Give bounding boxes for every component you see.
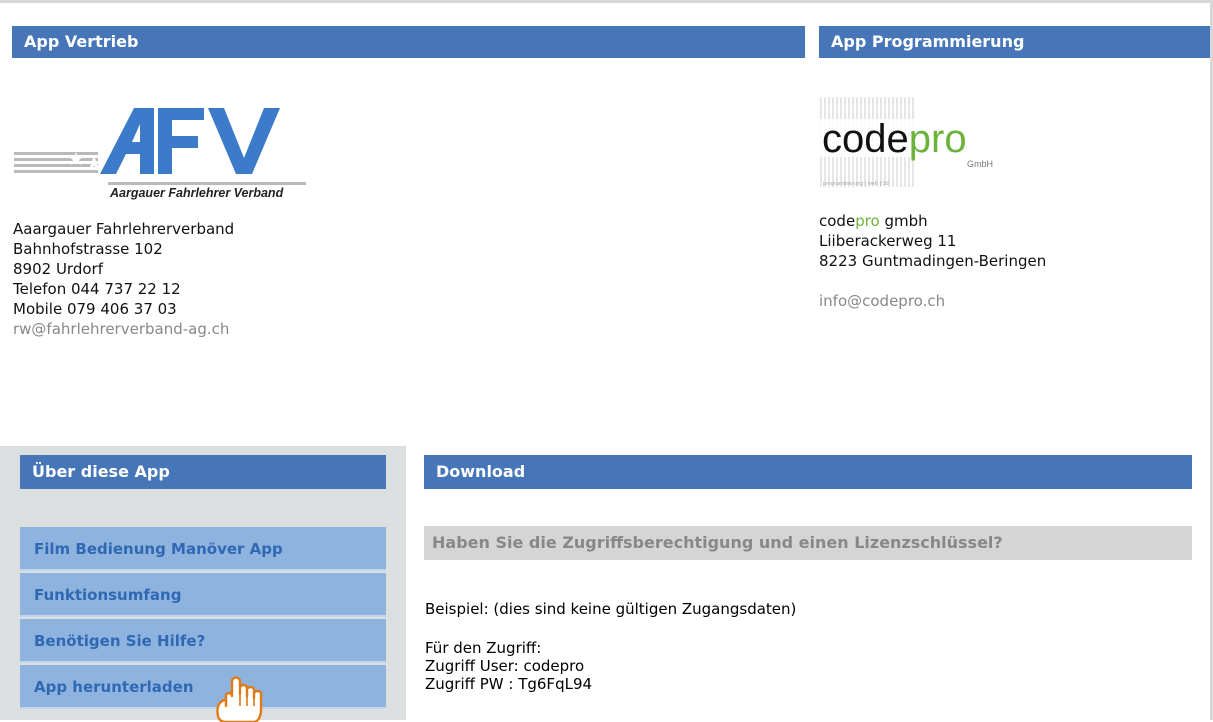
address-line: Telefon 044 737 22 12: [13, 280, 181, 298]
vertrieb-email-link[interactable]: rw@fahrlehrerverband-ag.ch: [13, 319, 234, 339]
vertrieb-address: Aaargauer Fahrlehrerverband Bahnhofstras…: [13, 219, 234, 339]
company-name-pro: pro: [855, 212, 880, 230]
credentials-line: Zugriff User: codepro: [425, 657, 585, 675]
codepro-email-link[interactable]: info@codepro.ch: [819, 291, 945, 311]
example-note: Beispiel: (dies sind keine gültigen Zuga…: [425, 600, 797, 618]
codepro-logo-gmbh: GmbH: [967, 159, 993, 169]
programmierung-address: codepro gmbh Liiberackerweg 11 8223 Gunt…: [819, 211, 1046, 271]
company-name-rest: gmbh: [879, 212, 928, 230]
sidebar-item-app-herunterladen[interactable]: App herunterladen: [20, 665, 386, 709]
sidebar-item-film-bedienung[interactable]: Film Bedienung Manöver App: [20, 527, 386, 571]
afv-logo-caption: Aargauer Fahrlehrer Verband: [109, 186, 284, 200]
company-name: codepro gmbh: [819, 211, 1046, 231]
hand-pointer-icon: [216, 676, 263, 722]
sidebar-item-funktionsumfang[interactable]: Funktionsumfang: [20, 573, 386, 617]
sidebar-heading: Über diese App: [20, 455, 386, 489]
address-line: Liiberackerweg 11: [819, 232, 957, 250]
address-line: Bahnhofstrasse 102: [13, 240, 163, 258]
svg-text:codepro: codepro: [822, 117, 967, 161]
programmierung-heading: App Programmierung: [819, 26, 1210, 58]
afv-logo: Aargauer Fahrlehrer Verband: [14, 108, 306, 200]
address-line: Mobile 079 406 37 03: [13, 300, 177, 318]
credentials-line: Zugriff PW : Tg6FqL94: [425, 675, 593, 693]
access-question: Haben Sie die Zugriffsberechtigung und e…: [424, 526, 1192, 560]
credentials-line: Für den Zugriff:: [425, 639, 542, 657]
download-heading: Download: [424, 455, 1192, 489]
page-border-top: [0, 0, 1213, 3]
codepro-logo-code: code: [822, 117, 909, 161]
company-name-code: code: [819, 212, 856, 230]
access-credentials: Für den Zugriff: Zugriff User: codepro Z…: [425, 639, 592, 693]
address-line: 8902 Urdorf: [13, 260, 103, 278]
codepro-logo: codepro GmbH programmierung | web | 3d: [819, 97, 1015, 187]
codepro-logo-pro: pro: [909, 117, 967, 161]
address-line: 8223 Guntmadingen-Beringen: [819, 252, 1047, 270]
address-line: Aaargauer Fahrlehrerverband: [13, 220, 235, 238]
sidebar-item-hilfe[interactable]: Benötigen Sie Hilfe?: [20, 619, 386, 663]
codepro-logo-tagline: programmierung | web | 3d: [823, 181, 889, 187]
vertrieb-heading: App Vertrieb: [12, 26, 805, 58]
